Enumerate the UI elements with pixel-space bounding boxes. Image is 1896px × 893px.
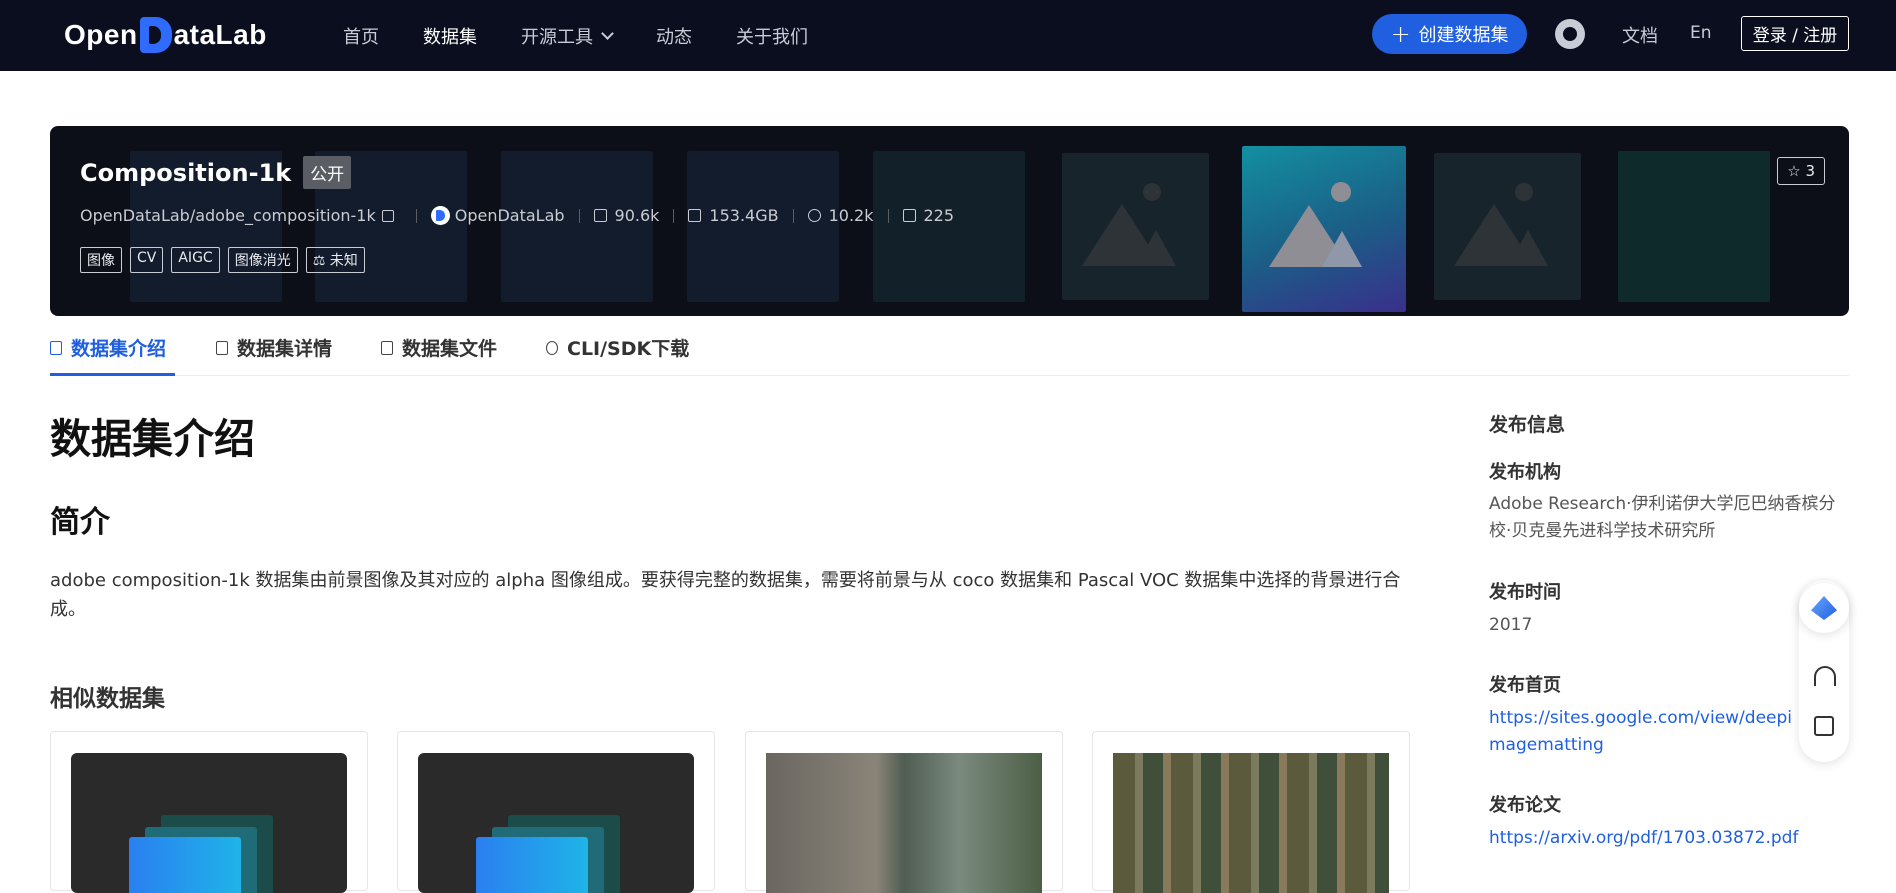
org-name[interactable]: OpenDataLab: [455, 206, 565, 225]
similar-dataset-card[interactable]: [745, 731, 1063, 893]
tag-list: 图像 CV AIGC 图像消光 ⚖ 未知: [80, 247, 373, 273]
dataset-title-row: Composition-1k 公开: [80, 156, 352, 189]
preview-image[interactable]: [1434, 153, 1581, 300]
logo-mark-icon: [139, 17, 172, 53]
customer-service-icon[interactable]: [1814, 666, 1836, 686]
similar-heading: 相似数据集: [50, 686, 165, 712]
nav-item-tools[interactable]: 开源工具: [521, 23, 614, 49]
active-tab-indicator: [50, 373, 175, 376]
card-thumbnail: [766, 753, 1042, 893]
nav-item-news[interactable]: 动态: [656, 23, 692, 49]
assistant-icon: [1811, 596, 1837, 620]
star-button[interactable]: ☆ 3: [1777, 157, 1825, 185]
preview-tile: [873, 151, 1025, 302]
org-value: Adobe Research·伊利诺伊大学厄巴纳香槟分校·贝克曼先进科学技术研究…: [1489, 494, 1836, 541]
create-dataset-button[interactable]: + 创建数据集: [1372, 14, 1527, 54]
database-icon: [50, 340, 62, 355]
eye-icon: [807, 209, 821, 222]
tag[interactable]: 图像消光: [227, 247, 298, 273]
section-heading: 简介: [50, 505, 110, 540]
tag[interactable]: 图像: [80, 247, 122, 273]
star-icon: ☆: [1787, 162, 1806, 180]
org-avatar: [430, 206, 450, 225]
license-tag[interactable]: ⚖ 未知: [305, 247, 365, 273]
nav-item-datasets[interactable]: 数据集: [423, 23, 477, 49]
card-thumbnail: [418, 753, 694, 893]
dataset-size: 153.4GB: [709, 206, 779, 225]
cloud-download-icon: [546, 340, 558, 355]
feedback-icon[interactable]: [1814, 716, 1834, 736]
dataset-hero: Composition-1k 公开 OpenDataLab/adobe_comp…: [50, 126, 1849, 316]
view-count: 10.2k: [828, 206, 874, 225]
homepage-link[interactable]: https://sites.google.com/view/deepimagem…: [1489, 705, 1807, 759]
dataset-meta: OpenDataLab/adobe_composition-1k OpenDat…: [80, 206, 954, 225]
tab-download[interactable]: CLI/SDK下载: [546, 334, 689, 361]
download-icon: [902, 209, 916, 222]
chevron-down-icon: [601, 26, 614, 40]
download-count: 225: [923, 206, 955, 225]
nav-item-home[interactable]: 首页: [343, 23, 379, 49]
card-thumbnail: [1113, 753, 1389, 893]
preview-image-active[interactable]: [1242, 146, 1406, 312]
tab-details[interactable]: 数据集详情: [216, 334, 332, 361]
repo-path: OpenDataLab/adobe_composition-1k: [80, 206, 376, 225]
date-label: 发布时间: [1489, 582, 1561, 603]
scale-icon: ⚖: [312, 253, 330, 269]
org-label: 发布机构: [1489, 462, 1561, 483]
dataset-tabs: 数据集介绍 数据集详情 数据集文件 CLI/SDK下载: [50, 316, 1849, 376]
dataset-title: Composition-1k: [80, 158, 292, 187]
assistant-button[interactable]: [1799, 583, 1849, 633]
language-switch[interactable]: En: [1690, 23, 1712, 43]
paper-link[interactable]: https://arxiv.org/pdf/1703.03872.pdf: [1489, 825, 1849, 852]
paper-label: 发布论文: [1489, 795, 1561, 816]
github-icon[interactable]: [1555, 19, 1585, 49]
docs-link[interactable]: 文档: [1622, 22, 1658, 48]
file-icon: [381, 340, 393, 355]
similar-dataset-card[interactable]: [397, 731, 715, 893]
logo[interactable]: Open ataLab: [64, 17, 267, 53]
preview-tile: [687, 151, 839, 302]
tag[interactable]: AIGC: [171, 247, 220, 273]
tag[interactable]: CV: [130, 247, 164, 273]
similar-dataset-card[interactable]: [1092, 731, 1410, 893]
tab-intro[interactable]: 数据集介绍: [50, 334, 166, 361]
nav-item-about[interactable]: 关于我们: [736, 23, 808, 49]
similar-dataset-card[interactable]: [50, 731, 368, 893]
file-count-icon: [593, 209, 607, 222]
publish-info-heading: 发布信息: [1489, 414, 1566, 436]
login-button[interactable]: 登录 / 注册: [1741, 16, 1849, 51]
copy-icon[interactable]: [381, 209, 394, 222]
tab-files[interactable]: 数据集文件: [381, 334, 497, 361]
preview-image[interactable]: [1062, 153, 1209, 300]
page-title: 数据集介绍: [50, 415, 255, 463]
list-icon: [216, 340, 228, 355]
intro-text: adobe composition-1k 数据集由前景图像及其对应的 alpha…: [50, 570, 1401, 620]
storage-icon: [688, 209, 702, 222]
plus-icon: +: [1390, 20, 1411, 48]
homepage-label: 发布首页: [1489, 675, 1561, 696]
main-menu: 首页 数据集 开源工具 动态 关于我们: [343, 0, 852, 71]
date-value: 2017: [1489, 615, 1533, 635]
file-count: 90.6k: [614, 206, 660, 225]
card-thumbnail: [71, 753, 347, 893]
top-nav: Open ataLab 首页 数据集 开源工具 动态 关于我们 + 创建数据集 文档…: [0, 0, 1896, 71]
visibility-badge: 公开: [303, 156, 352, 189]
preview-tile: [501, 151, 653, 302]
preview-tile: [1618, 151, 1770, 302]
